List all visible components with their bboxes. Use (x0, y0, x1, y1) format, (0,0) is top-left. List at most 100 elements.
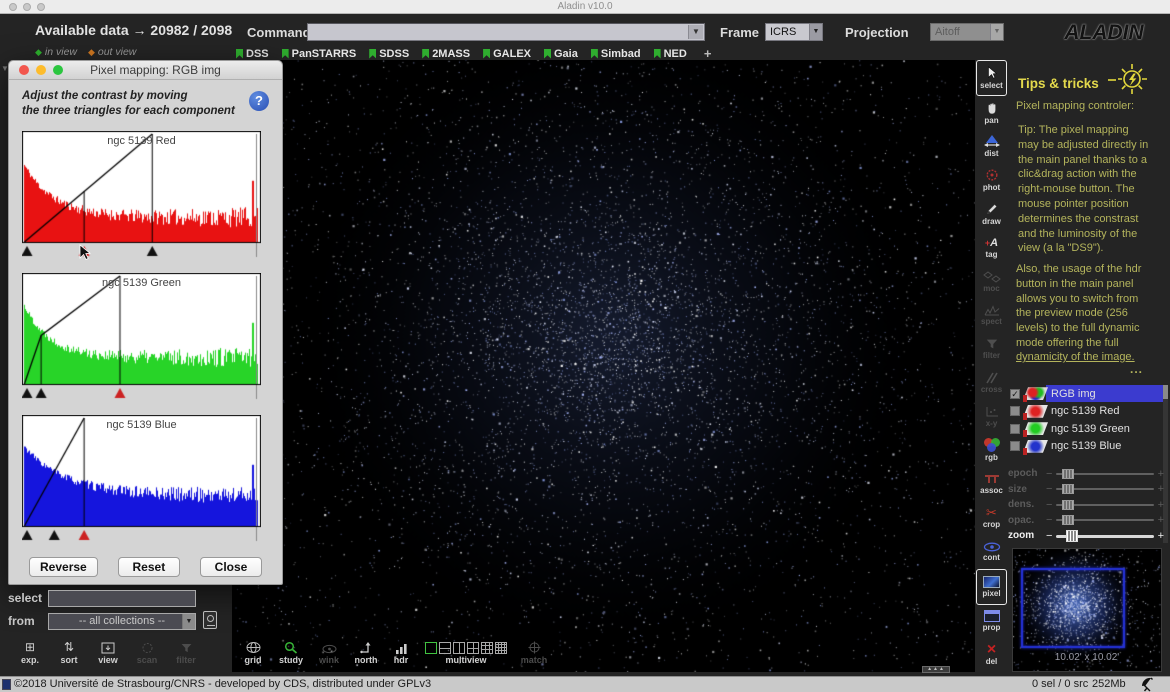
layer-label[interactable]: ngc 5139 Blue (1051, 440, 1121, 452)
window-title: Aladin v10.0 (0, 1, 1170, 12)
select-input[interactable] (48, 590, 196, 607)
server-2mass[interactable]: 2MASS (422, 48, 470, 60)
hdr-tool[interactable]: hdr (388, 640, 414, 665)
tool-assoc[interactable]: assoc (976, 467, 1007, 501)
histogram-red[interactable]: ngc 5139 Red (22, 131, 261, 261)
layer-label[interactable]: ngc 5139 Red (1051, 405, 1120, 417)
tool-pixel[interactable]: pixel (976, 569, 1007, 605)
tool-del[interactable]: × del (976, 638, 1007, 672)
north-tool[interactable]: north (350, 640, 382, 665)
horizontal-scroll-thumb[interactable]: ▲▲▲ (922, 666, 950, 673)
layer-checkbox[interactable]: ✓ (1010, 424, 1020, 434)
layer-row-green[interactable]: ✓ ngc 5139 Green (1010, 420, 1162, 438)
tool-crop[interactable]: ✂ crop (976, 501, 1007, 535)
sixteen-view-icon[interactable] (495, 642, 507, 654)
dialog-titlebar[interactable]: Pixel mapping: RGB img (9, 61, 282, 80)
server-sdss[interactable]: SDSS (369, 48, 409, 60)
tool-pan[interactable]: pan (976, 96, 1007, 130)
multiview-icons[interactable] (424, 642, 508, 654)
expand-tool[interactable]: ⊞exp. (12, 640, 48, 665)
frame-dropdown-icon[interactable]: ▼ (809, 24, 822, 40)
four-view-icon[interactable] (467, 642, 479, 654)
bookmark-icon (236, 49, 243, 59)
histogram-canvas[interactable] (22, 415, 261, 545)
slider-zoom[interactable]: zoom− + (1008, 528, 1164, 544)
server-simbad[interactable]: Simbad (591, 48, 641, 60)
nine-view-icon[interactable] (481, 642, 493, 654)
tool-tag[interactable]: +A tag (976, 231, 1007, 265)
two-rows-view-icon[interactable] (439, 642, 451, 654)
study-tool[interactable]: study (274, 640, 308, 665)
close-button[interactable]: Close (200, 557, 262, 577)
bookmark-icon (422, 49, 429, 59)
slider-track[interactable] (1056, 531, 1153, 541)
view-tool[interactable]: view (90, 640, 126, 665)
collections-dropdown-icon[interactable]: ▼ (182, 614, 195, 629)
close-icon[interactable] (19, 65, 29, 75)
multiview-tool[interactable]: multiview (420, 642, 512, 665)
tool-rgb[interactable]: rgb (976, 434, 1007, 468)
collections-info-icon[interactable] (203, 611, 217, 629)
add-server-button[interactable]: + (704, 46, 712, 61)
copyright-text: ©2018 Université de Strasbourg/CNRS - de… (14, 678, 431, 690)
dialog-window-controls[interactable] (19, 65, 63, 75)
layer-checkbox[interactable]: ✓ (1010, 389, 1020, 399)
histogram-green[interactable]: ngc 5139 Green (22, 273, 261, 403)
tips-more-ellipsis[interactable]: ... (1130, 362, 1143, 376)
sort-tool[interactable]: ⇅sort (51, 640, 87, 665)
histogram-blue[interactable]: ngc 5139 Blue (22, 415, 261, 545)
server-dss[interactable]: DSS (236, 48, 269, 60)
tool-spect: spect (976, 298, 1007, 332)
tool-phot[interactable]: phot (976, 163, 1007, 197)
histogram-label: ngc 5139 Red (22, 135, 261, 147)
reset-button[interactable]: Reset (118, 557, 180, 577)
out-view-label[interactable]: out view (98, 46, 137, 58)
slider-knob[interactable] (1066, 530, 1078, 542)
server-ned[interactable]: NED (654, 48, 687, 60)
single-view-icon[interactable] (425, 642, 437, 654)
reverse-button[interactable]: Reverse (29, 557, 98, 577)
text-line: may be adjusted directly in (1018, 138, 1168, 153)
in-view-label[interactable]: in view (45, 46, 77, 58)
grid-tool[interactable]: grid (238, 640, 268, 665)
layer-checkbox[interactable]: ✓ (1010, 441, 1020, 451)
layer-row-rgb-img[interactable]: ✓ RGB img (1010, 385, 1162, 403)
field-size-label: 10.02' x 10.02' (1013, 652, 1161, 663)
tool-select[interactable]: select (976, 60, 1007, 96)
rgb-plane-icon (1023, 387, 1048, 400)
layer-label[interactable]: RGB img (1051, 388, 1096, 400)
scroll-thumb[interactable] (1163, 385, 1168, 399)
server-panstarrs[interactable]: PanSTARRS (282, 48, 357, 60)
zoom-icon[interactable] (53, 65, 63, 75)
command-input[interactable]: ▼ (307, 23, 705, 41)
frame-select[interactable]: ICRS▼ (765, 23, 823, 41)
frame-label: Frame (720, 25, 759, 40)
server-galex[interactable]: GALEX (483, 48, 531, 60)
tool-prop[interactable]: prop (976, 605, 1007, 639)
tool-draw[interactable]: draw (976, 197, 1007, 231)
starfield-canvas[interactable] (232, 60, 975, 672)
tool-dist[interactable]: dist (976, 130, 1007, 164)
help-button[interactable]: ? (249, 91, 269, 111)
collections-select[interactable]: -- all collections --▼ (48, 613, 196, 630)
minimize-icon[interactable] (36, 65, 46, 75)
sky-view[interactable]: ▲▲▲ (232, 60, 975, 672)
histogram-canvas[interactable] (22, 131, 261, 261)
text-line: view (a la "DS9"). (1018, 241, 1168, 256)
layer-row-red[interactable]: ✓ ngc 5139 Red (1010, 403, 1162, 421)
tool-cont[interactable]: cont (976, 535, 1007, 569)
two-cols-view-icon[interactable] (453, 642, 465, 654)
view-tray-icon (101, 640, 115, 654)
tips-link[interactable]: dynamicity of the image. (1016, 350, 1135, 365)
text-line: clic&drag action with the (1018, 167, 1168, 182)
view-filter-row[interactable]: ◆in view ◆out view (35, 46, 136, 58)
command-dropdown-icon[interactable]: ▼ (688, 25, 703, 39)
bookmark-icon (654, 49, 661, 59)
layer-row-blue[interactable]: ✓ ngc 5139 Blue (1010, 438, 1162, 456)
histogram-canvas[interactable] (22, 273, 261, 403)
view-locator-thumbnail[interactable]: 10.02' x 10.02' (1012, 548, 1162, 672)
server-gaia[interactable]: Gaia (544, 48, 578, 60)
layer-label[interactable]: ngc 5139 Green (1051, 423, 1130, 435)
pixel-mapping-dialog[interactable]: Pixel mapping: RGB img Adjust the contra… (8, 60, 283, 585)
layer-checkbox[interactable]: ✓ (1010, 406, 1020, 416)
